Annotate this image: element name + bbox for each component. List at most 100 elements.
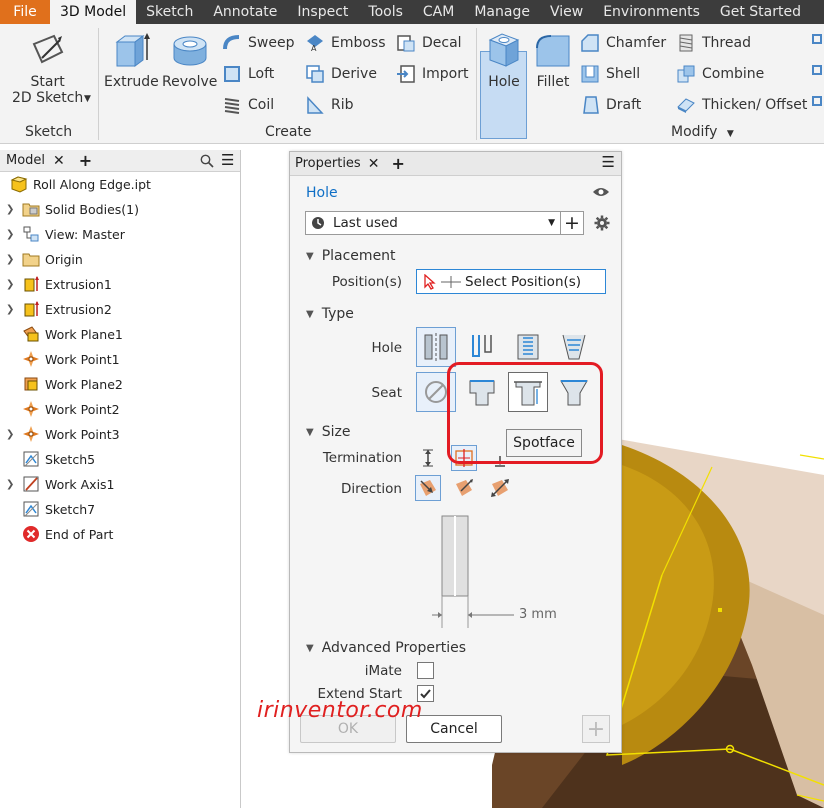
tree-item[interactable]: Work Plane2	[0, 373, 123, 395]
thicken-offset-button[interactable]: Thicken/ Offset	[676, 95, 807, 115]
coil-button[interactable]: Coil	[222, 95, 274, 115]
gear-icon[interactable]	[594, 215, 610, 231]
sketch-icon	[22, 450, 40, 468]
tab-get-started[interactable]: Get Started	[710, 0, 811, 24]
expand-arrow-icon[interactable]: ❯	[6, 304, 16, 315]
tree-item[interactable]: Work Plane1	[0, 323, 123, 345]
tree-item-label: Work Plane1	[45, 326, 123, 342]
select-position-button[interactable]: Select Position(s)	[416, 269, 606, 294]
hole-button-content[interactable]: Hole	[484, 30, 524, 90]
tree-item[interactable]: End of Part	[0, 523, 113, 545]
tab-view[interactable]: View	[540, 0, 593, 24]
search-icon[interactable]	[200, 154, 214, 168]
properties-tab[interactable]: Properties	[290, 156, 361, 171]
tab-annotate[interactable]: Annotate	[203, 0, 287, 24]
tree-item[interactable]: Work Point2	[0, 398, 120, 420]
tab-cam[interactable]: CAM	[413, 0, 464, 24]
visibility-eye-icon[interactable]	[592, 185, 610, 199]
hole-type-simple[interactable]	[416, 327, 456, 367]
file-menu[interactable]: File	[0, 0, 50, 24]
expand-arrow-icon[interactable]: ❯	[6, 479, 16, 490]
menu-icon[interactable]: ☰	[602, 153, 615, 171]
expand-arrow-icon[interactable]: ❯	[6, 229, 16, 240]
add-tab-icon[interactable]: +	[79, 151, 92, 170]
direction-symmetric[interactable]	[487, 475, 513, 501]
browser-tab-model[interactable]: Model	[0, 153, 51, 168]
close-icon[interactable]: ✕	[368, 156, 380, 172]
draft-button[interactable]: Draft	[580, 95, 641, 115]
import-button[interactable]: Import	[396, 64, 468, 84]
apply-button[interactable]: +	[582, 715, 610, 743]
type-section[interactable]: ▼ Type	[306, 306, 354, 322]
decal-button[interactable]: Decal	[396, 33, 462, 53]
loft-button[interactable]: Loft	[222, 64, 274, 84]
tree-item[interactable]: ❯ Extrusion2	[0, 298, 112, 320]
distance-icon	[423, 449, 433, 467]
chamfer-button[interactable]: Chamfer	[580, 33, 666, 53]
add-tab-icon[interactable]: +	[391, 154, 404, 173]
tab-manage[interactable]: Manage	[464, 0, 540, 24]
imate-checkbox[interactable]	[417, 662, 434, 679]
chevron-down-icon: ▼	[726, 129, 734, 139]
hole-type-clearance[interactable]	[462, 327, 502, 367]
size-section[interactable]: ▼ Size	[306, 424, 350, 440]
add-preset-button[interactable]: +	[560, 211, 584, 235]
tab-environments[interactable]: Environments	[593, 0, 710, 24]
tree-item[interactable]: ❯ Work Axis1	[0, 473, 115, 495]
combine-button[interactable]: Combine	[676, 64, 764, 84]
modify-group-label[interactable]: Modify ▼	[671, 124, 734, 140]
rib-button[interactable]: Rib	[305, 95, 354, 115]
extrude-button[interactable]: Extrude	[104, 30, 159, 90]
direction-flipped[interactable]	[451, 475, 477, 501]
tree-item[interactable]: ❯ Solid Bodies(1)	[0, 198, 139, 220]
collapse-arrow-icon: ▼	[306, 250, 314, 262]
expand-arrow-icon[interactable]: ❯	[6, 429, 16, 440]
expand-arrow-icon[interactable]: ❯	[6, 204, 16, 215]
chevron-down-icon: ▼	[548, 218, 555, 228]
menu-icon[interactable]: ☰	[221, 151, 234, 169]
derive-button[interactable]: Derive	[305, 64, 377, 84]
selected-edge	[799, 454, 824, 460]
tree-item[interactable]: Work Point1	[0, 348, 120, 370]
collapse-arrow-icon: ▼	[306, 308, 314, 320]
properties-header: Properties ✕ + ☰	[290, 152, 621, 176]
revolve-button[interactable]: Revolve	[162, 30, 217, 90]
work-point-icon	[22, 425, 40, 443]
hole-type-tapped[interactable]	[508, 327, 548, 367]
thicken-icon	[677, 98, 695, 113]
plus-icon: +	[586, 716, 606, 742]
placement-section[interactable]: ▼ Placement	[306, 248, 396, 264]
tree-item[interactable]: Roll Along Edge.ipt	[0, 173, 151, 195]
tree-item[interactable]: ❯ Extrusion1	[0, 273, 112, 295]
expand-arrow-icon[interactable]: ❯	[6, 279, 16, 290]
tree-item[interactable]: ❯ View: Master	[0, 223, 125, 245]
tree-item-label: Work Point1	[45, 351, 120, 367]
tab-tools[interactable]: Tools	[358, 0, 413, 24]
tree-item[interactable]: ❯ Origin	[0, 248, 83, 270]
tree-item[interactable]: ❯ Work Point3	[0, 423, 120, 445]
sweep-button[interactable]: Sweep	[222, 33, 294, 53]
hole-type-taper-tapped[interactable]	[554, 327, 594, 367]
chevron-down-icon[interactable]: ▼	[84, 94, 91, 104]
tapped-hole-icon	[517, 334, 539, 360]
direction-default[interactable]	[415, 475, 441, 501]
start-2d-sketch-button[interactable]: Start 2D Sketch	[12, 30, 83, 106]
tab-inspect[interactable]: Inspect	[287, 0, 358, 24]
expand-arrow-icon[interactable]: ❯	[6, 254, 16, 265]
advanced-section[interactable]: ▼ Advanced Properties	[306, 640, 466, 656]
emboss-button[interactable]: A Emboss	[305, 33, 386, 53]
thread-button[interactable]: Thread	[676, 33, 751, 53]
tab-3d-model[interactable]: 3D Model	[50, 0, 137, 24]
diameter-dimension[interactable]: 3 mm	[519, 607, 557, 622]
size-title: Size	[321, 424, 351, 440]
tree-item[interactable]: Sketch5	[0, 448, 95, 470]
tab-sketch[interactable]: Sketch	[136, 0, 203, 24]
close-icon[interactable]: ✕	[53, 153, 65, 169]
preset-dropdown[interactable]: Last used ▼	[305, 211, 561, 235]
termination-distance[interactable]	[415, 445, 441, 471]
decal-icon	[397, 35, 415, 52]
fillet-button[interactable]: Fillet	[533, 30, 573, 90]
direction-default-icon	[420, 480, 436, 496]
tree-item[interactable]: Sketch7	[0, 498, 95, 520]
shell-button[interactable]: Shell	[580, 64, 640, 84]
